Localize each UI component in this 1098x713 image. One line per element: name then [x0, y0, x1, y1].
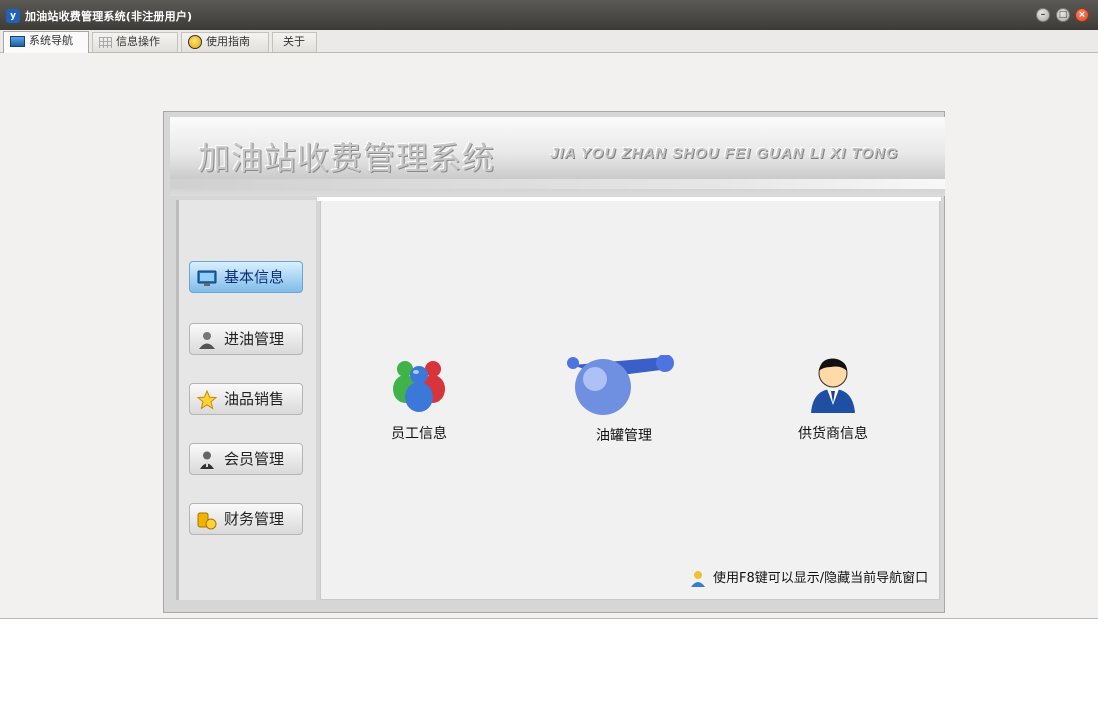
grid-icon: [99, 36, 112, 48]
staff-info-item[interactable]: 员工信息: [359, 355, 479, 443]
minimize-icon: –: [1040, 10, 1046, 20]
supplier-info-label: 供货商信息: [798, 426, 868, 442]
tab-info-ops[interactable]: 信息操作: [92, 32, 178, 52]
tab-about[interactable]: 关于: [272, 32, 317, 52]
monitor-icon: [197, 270, 217, 286]
star-icon: [197, 390, 217, 410]
maximize-button[interactable]: □: [1056, 8, 1070, 22]
nav-oil-intake-button[interactable]: 进油管理: [189, 323, 303, 355]
staff-info-label: 员工信息: [391, 426, 447, 442]
content-area: 员工信息 油罐管理 供货商信息 使用F8键可以显示/隐藏当前导航窗口: [317, 197, 941, 600]
coins-icon: [197, 512, 217, 530]
user-icon: [199, 332, 215, 349]
content-top-border: [317, 197, 941, 201]
nav-oil-sales-button[interactable]: 油品销售: [189, 383, 303, 415]
window-title: 加油站收费管理系统(非注册用户): [25, 10, 193, 23]
close-icon: ×: [1078, 10, 1086, 20]
nav-member-button[interactable]: 会员管理: [189, 443, 303, 475]
app-logo-icon: y: [6, 9, 20, 23]
tank-icon: [567, 354, 674, 415]
supplier-info-item[interactable]: 供货商信息: [773, 355, 893, 443]
banner-title-en: JIA YOU ZHAN SHOU FEI GUAN LI XI TONG: [550, 145, 899, 162]
tank-management-label: 油罐管理: [596, 428, 652, 444]
title-bar[interactable]: y 加油站收费管理系统(非注册用户) – □ ×: [0, 0, 1098, 30]
nav-label: 进油管理: [224, 330, 285, 348]
f8-hint-text: 使用F8键可以显示/隐藏当前导航窗口: [713, 571, 929, 586]
tab-label: 信息操作: [116, 35, 160, 48]
nav-basic-info-button[interactable]: 基本信息: [189, 261, 303, 293]
nav-label: 油品销售: [224, 390, 285, 408]
close-button[interactable]: ×: [1075, 8, 1089, 22]
tab-label: 系统导航: [29, 34, 73, 47]
f8-hint: 使用F8键可以显示/隐藏当前导航窗口: [689, 567, 928, 588]
maximize-icon: □: [1058, 10, 1068, 20]
member-icon: [200, 451, 214, 469]
sidebar: 基本信息 进油管理 油品销售 会员管理 财务管理: [176, 200, 316, 600]
supplier-person-icon: [811, 358, 855, 413]
nav-label: 财务管理: [224, 510, 285, 528]
tab-label: 使用指南: [206, 35, 250, 48]
banner-title-cn: 加油站收费管理系统: [198, 139, 496, 177]
tab-label: 关于: [283, 35, 305, 48]
app-window: y 加油站收费管理系统(非注册用户) – □ × 系统导航 信息操作 使用指南 …: [0, 0, 1098, 619]
tab-user-guide[interactable]: 使用指南: [181, 32, 269, 52]
tab-system-nav[interactable]: 系统导航: [3, 31, 89, 53]
banner-stripe: [170, 179, 945, 189]
nav-finance-button[interactable]: 财务管理: [189, 503, 303, 535]
banner: 加油站收费管理系统 JIA YOU ZHAN SHOU FEI GUAN LI …: [170, 117, 945, 196]
hint-person-icon: [691, 570, 705, 587]
nav-label: 会员管理: [224, 450, 285, 468]
minimize-button[interactable]: –: [1036, 8, 1050, 22]
help-icon: [188, 35, 202, 49]
nav-label: 基本信息: [224, 268, 285, 286]
tank-management-item[interactable]: 油罐管理: [564, 354, 684, 445]
tab-bar: 系统导航 信息操作 使用指南 关于: [0, 30, 1098, 53]
staff-group-icon: [393, 361, 445, 412]
monitor-icon: [10, 35, 25, 47]
navigation-panel: 加油站收费管理系统 JIA YOU ZHAN SHOU FEI GUAN LI …: [163, 111, 945, 613]
